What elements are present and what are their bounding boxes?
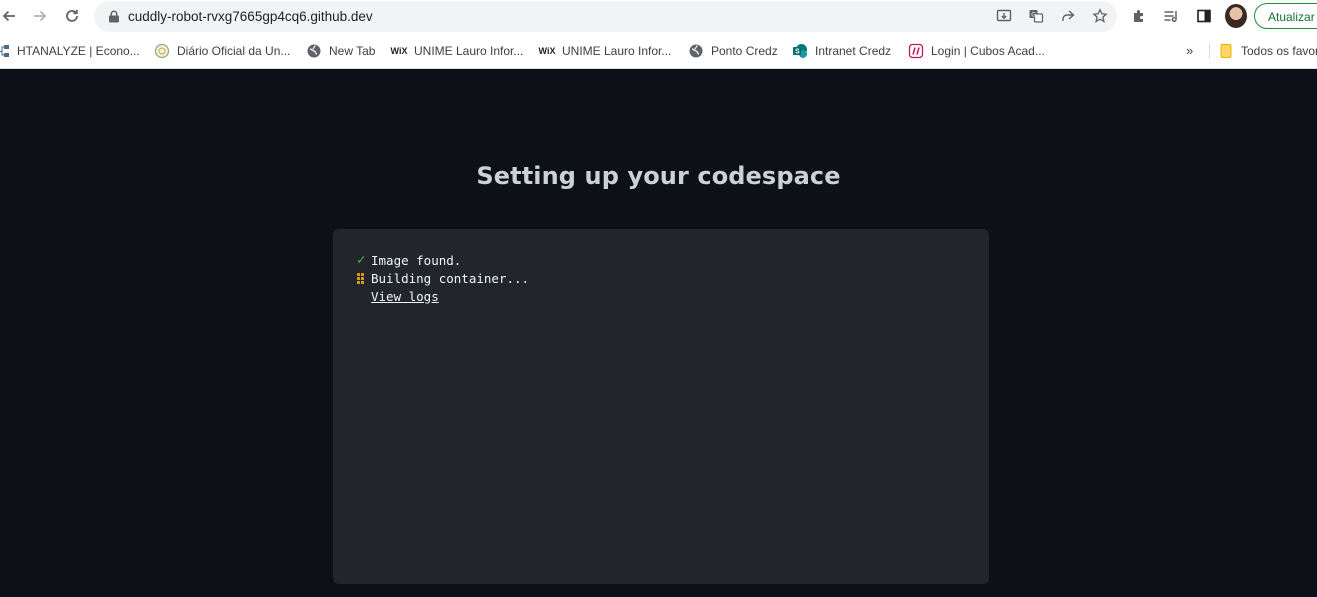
- url-text[interactable]: cuddly-robot-rvxg7665gp4cq6.github.dev: [128, 9, 373, 24]
- seal-icon: [154, 43, 170, 59]
- update-button[interactable]: Atualizar: [1254, 3, 1317, 29]
- globe-icon: [306, 43, 322, 59]
- bookmark-new-tab[interactable]: New Tab: [306, 42, 375, 60]
- forward-arrow-icon[interactable]: [29, 5, 51, 27]
- bookmark-intranet-credz[interactable]: S Intranet Credz: [792, 42, 891, 60]
- bookmark-label: HTANALYZE | Econo...: [17, 44, 140, 58]
- wix-icon: WiX: [538, 46, 556, 56]
- folder-label: Todos os favoritos: [1241, 44, 1317, 58]
- bookmarks-overflow-button[interactable]: »: [1186, 43, 1193, 58]
- bookmark-label: UNIME Lauro Infor...: [414, 44, 524, 58]
- step-image-found: ✓ Image found.: [357, 251, 461, 269]
- reload-icon[interactable]: [61, 5, 83, 27]
- wix-icon: WiX: [390, 46, 408, 56]
- share-icon[interactable]: [1057, 5, 1079, 27]
- browser-toolbar: cuddly-robot-rvxg7665gp4cq6.github.dev G…: [0, 0, 1317, 33]
- sitemap-icon: [0, 43, 10, 59]
- reading-list-icon[interactable]: [1160, 5, 1182, 27]
- page-title: Setting up your codespace: [476, 162, 841, 190]
- step-text: Image found.: [371, 252, 462, 268]
- bookmark-label: Diário Oficial da Un...: [177, 44, 291, 58]
- folder-icon: [1218, 43, 1234, 59]
- bookmark-htanalyze[interactable]: HTANALYZE | Econo...: [0, 42, 140, 60]
- step-building-container: Building container...: [357, 269, 529, 287]
- bookmarks-bar: HTANALYZE | Econo... Diário Oficial da U…: [0, 33, 1317, 69]
- svg-text:G: G: [1031, 13, 1036, 19]
- profile-avatar[interactable]: [1225, 4, 1247, 28]
- bookmark-unime-2[interactable]: WiX UNIME Lauro Infor...: [538, 42, 672, 60]
- svg-text:S: S: [795, 49, 800, 56]
- globe-icon: [688, 43, 704, 59]
- bookmarks-divider: [1209, 43, 1210, 59]
- bookmark-label: UNIME Lauro Infor...: [562, 44, 672, 58]
- address-bar[interactable]: cuddly-robot-rvxg7665gp4cq6.github.dev G: [94, 1, 1117, 32]
- bookmark-ponto-credz[interactable]: Ponto Credz: [688, 42, 778, 60]
- step-text: Building container...: [371, 270, 530, 286]
- bookmark-diario-oficial[interactable]: Diário Oficial da Un...: [154, 42, 290, 60]
- cubos-icon: [908, 43, 924, 59]
- lock-icon[interactable]: [108, 10, 120, 23]
- bookmark-cubos[interactable]: Login | Cubos Acad...: [908, 42, 1045, 60]
- extensions-icon[interactable]: [1128, 5, 1150, 27]
- bookmark-label: Login | Cubos Acad...: [931, 44, 1045, 58]
- bookmark-unime-1[interactable]: WiX UNIME Lauro Infor...: [390, 42, 524, 60]
- setup-log-panel: ✓ Image found. Building container... Vie…: [333, 229, 989, 584]
- bookmark-label: New Tab: [329, 44, 376, 58]
- bookmark-label: Intranet Credz: [815, 44, 892, 58]
- view-logs-link[interactable]: View logs: [371, 289, 439, 304]
- check-icon: ✓: [357, 252, 366, 268]
- install-app-icon[interactable]: [993, 5, 1015, 27]
- spinner-icon: [357, 272, 371, 284]
- translate-icon[interactable]: G: [1025, 5, 1047, 27]
- address-bar-actions: G: [993, 5, 1111, 29]
- all-bookmarks-folder[interactable]: Todos os favoritos: [1218, 42, 1317, 60]
- bookmark-label: Ponto Credz: [711, 44, 778, 58]
- star-icon[interactable]: [1089, 5, 1111, 27]
- view-logs-row: View logs: [357, 287, 439, 305]
- back-arrow-icon[interactable]: [0, 5, 20, 27]
- sharepoint-icon: S: [792, 43, 808, 59]
- side-panel-icon[interactable]: [1193, 5, 1215, 27]
